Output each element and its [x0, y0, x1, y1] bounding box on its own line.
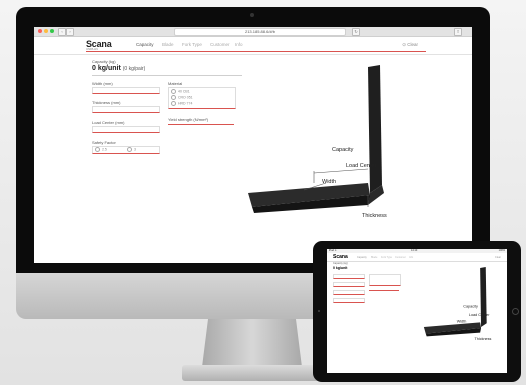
fork-shank: [368, 65, 382, 193]
capacity-annotation: Capacity: [463, 304, 478, 308]
divider: [92, 75, 242, 76]
ipad-safety-factor-group[interactable]: [333, 298, 365, 303]
width-annotation: Width: [457, 319, 467, 323]
home-button[interactable]: [512, 308, 519, 315]
product-mockup-scene: ‹ › 213.185.88.6/#/b ↻ ⇪ Scana UNIPLAN C…: [0, 0, 526, 385]
imac-screen: ‹ › 213.185.88.6/#/b ↻ ⇪ Scana UNIPLAN C…: [34, 27, 472, 263]
ipad-thickness-input[interactable]: [333, 282, 365, 287]
ipad-width-input[interactable]: [333, 274, 365, 279]
forward-button[interactable]: ›: [66, 28, 74, 36]
tab-blade[interactable]: Blade: [162, 42, 174, 47]
ipad-tab-fork-type[interactable]: Fork Type: [381, 256, 392, 259]
header-accent-line: [86, 51, 426, 52]
ipad-tab-info[interactable]: Info: [409, 256, 413, 259]
capacity-annotation: Capacity: [332, 147, 354, 153]
material-option[interactable]: 40 CB1: [171, 89, 190, 94]
ipad-load-center-input[interactable]: [333, 290, 365, 295]
material-option-label: 40 CB1: [178, 89, 190, 94]
imac-stand: [202, 319, 302, 367]
minimize-dot-icon[interactable]: [44, 29, 48, 33]
ipad-device: iPad ✈ 14:10 100% Scana Capacity Blade F…: [313, 241, 521, 382]
tab-fork-type[interactable]: Fork Type: [182, 42, 202, 47]
yield-strength-label: Yield strength (N/mm²): [168, 117, 209, 122]
close-dot-icon[interactable]: [38, 29, 42, 33]
radio-icon: [171, 95, 176, 100]
radio-icon: [171, 101, 176, 106]
material-option-label: HRD 774: [178, 101, 193, 106]
browser-toolbar: ‹ › 213.185.88.6/#/b ↻ ⇪: [34, 27, 472, 37]
fork-diagram: Capacity Load Center Width Thickness: [248, 65, 387, 219]
ipad-material-group[interactable]: [369, 274, 401, 286]
material-option-label: CRO 051: [178, 95, 193, 100]
yield-strength-input[interactable]: [168, 124, 234, 125]
capacity-pair-value: (0 kg/pair): [122, 66, 146, 72]
safety-option-label: 3: [134, 147, 136, 152]
scana-logo[interactable]: Scana UNIPLAN: [86, 39, 112, 51]
width-label: Width (mm): [92, 81, 113, 86]
ipad-screen: iPad ✈ 14:10 100% Scana Capacity Blade F…: [327, 249, 507, 373]
thickness-input[interactable]: [92, 106, 160, 113]
app-header: Scana UNIPLAN Capacity Blade Fork Type C…: [34, 37, 472, 55]
ipad-tab-capacity[interactable]: Capacity: [357, 256, 367, 259]
address-bar[interactable]: 213.185.88.6/#/b: [174, 28, 346, 36]
ipad-fork-diagram: Capacity Load Center Width Thickness: [423, 267, 492, 341]
material-option[interactable]: HRD 774: [171, 101, 192, 106]
imac-bezel: ‹ › 213.185.88.6/#/b ↻ ⇪ Scana UNIPLAN C…: [16, 7, 490, 273]
clear-button[interactable]: ⊙ Clear: [402, 42, 418, 48]
load-center-line: [313, 168, 369, 174]
imac-stand-foot: [182, 365, 322, 381]
camera-icon: [250, 13, 254, 17]
radio-icon: [127, 147, 132, 152]
capacity-unit-value: 0 kg/unit: [92, 65, 121, 72]
safety-option[interactable]: 3: [127, 147, 136, 152]
width-annotation: Width: [322, 179, 336, 185]
ipad-capacity-label: Capacity (kg): [333, 262, 348, 265]
capacity-label: Capacity (kg): [92, 59, 116, 64]
radio-icon: [171, 89, 176, 94]
thickness-annotation: Thickness: [475, 337, 492, 341]
safety-option-label: 2.5: [102, 147, 107, 152]
thickness-annotation: Thickness: [362, 213, 387, 219]
ipad-yield-strength-input[interactable]: [369, 290, 399, 291]
load-center-label: Load Center (mm): [92, 120, 125, 125]
width-input[interactable]: [92, 87, 160, 94]
safety-factor-group: 2.5 3: [92, 146, 160, 154]
tab-capacity[interactable]: Capacity: [136, 42, 154, 47]
clear-label: Clear: [407, 42, 418, 47]
load-center-annotation: Load Center: [346, 163, 376, 169]
zoom-dot-icon[interactable]: [50, 29, 54, 33]
reload-icon[interactable]: ↻: [352, 28, 360, 36]
safety-factor-label: Safety Factor: [92, 140, 116, 145]
tab-info[interactable]: Info: [235, 42, 243, 47]
load-center-input[interactable]: [92, 126, 160, 133]
material-label: Material: [168, 81, 183, 86]
ipad-tab-blade[interactable]: Blade: [371, 256, 377, 259]
capacity-value: 0 kg/unit (0 kg/pair): [92, 65, 145, 72]
tab-customer[interactable]: Customer: [210, 42, 230, 47]
ipad-logo[interactable]: Scana: [333, 254, 348, 260]
ipad-clear-button[interactable]: Clear: [495, 256, 501, 259]
radio-icon: [95, 147, 100, 152]
fork-shank: [480, 267, 487, 327]
load-center-annotation: Load Center: [469, 313, 490, 317]
camera-icon: [318, 310, 320, 312]
safety-option[interactable]: 2.5: [95, 147, 107, 152]
ipad-app-header: Scana Capacity Blade Fork Type Customer …: [327, 253, 507, 262]
ipad-tab-customer[interactable]: Customer: [395, 256, 406, 259]
thickness-label: Thickness (mm): [92, 100, 121, 105]
material-group: 40 CB1 CRO 051 HRD 774: [168, 87, 236, 109]
ipad-capacity-value: 0 kg/unit: [333, 266, 348, 270]
material-option[interactable]: CRO 051: [171, 95, 193, 100]
share-icon[interactable]: ⇪: [454, 28, 462, 36]
back-button[interactable]: ‹: [58, 28, 66, 36]
